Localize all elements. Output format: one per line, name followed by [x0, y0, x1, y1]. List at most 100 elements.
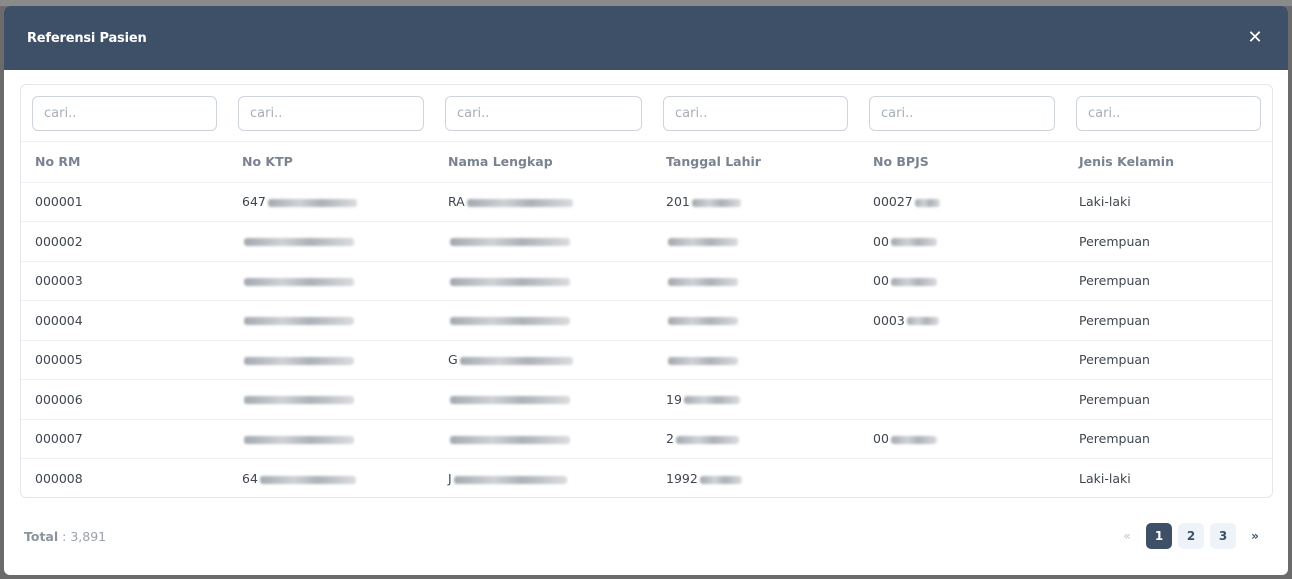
table-row[interactable]: 000007 2 00 Perempuan: [21, 419, 1272, 459]
redacted-value: [450, 396, 570, 405]
cell-no-rm: 000001: [21, 182, 228, 222]
cell-no-rm-text: 000008: [35, 471, 83, 486]
table-row[interactable]: 000001 647 RA 201 00027 Laki-laki: [21, 182, 1272, 222]
redacted-value: [244, 396, 354, 405]
cell-no-bpjs: [859, 379, 1065, 420]
col-header-no-bpjs[interactable]: No BPJS: [859, 142, 1065, 183]
cell-no-bpjs: [859, 340, 1065, 380]
filter-jenis-kelamin-input[interactable]: [1076, 96, 1261, 131]
cell-tanggal-lahir: [652, 340, 859, 380]
cell-no-ktp: [228, 300, 434, 341]
redacted-value: [668, 356, 738, 365]
table-row[interactable]: 000005 G Perempuan: [21, 340, 1272, 380]
table-row[interactable]: 000004 0003 Perempuan: [21, 300, 1272, 341]
cell-jenis-kelamin-text: Perempuan: [1079, 312, 1150, 328]
filter-bpjs-input[interactable]: [869, 96, 1055, 131]
filter-no-rm-input[interactable]: [32, 96, 217, 131]
cell-tanggal-lahir-text: 201: [666, 194, 690, 210]
cell-jenis-kelamin: Perempuan: [1065, 379, 1272, 420]
table-header-row: No RM No KTP Nama Lengkap Tanggal Lahir …: [21, 142, 1272, 183]
cell-no-ktp: [228, 221, 434, 262]
cell-tanggal-lahir-text: 19: [666, 391, 682, 407]
page-2-button[interactable]: 2: [1178, 523, 1204, 549]
cell-no-rm: 000005: [21, 340, 228, 380]
cell-nama-text: RA: [448, 194, 465, 210]
cell-no-rm-text: 000004: [35, 312, 83, 328]
cell-jenis-kelamin: Perempuan: [1065, 300, 1272, 341]
cell-no-ktp: [228, 419, 434, 459]
col-header-jenis-kelamin[interactable]: Jenis Kelamin: [1065, 142, 1272, 183]
cell-nama: [434, 379, 652, 420]
redacted-value: [890, 435, 937, 444]
redacted-value: [683, 396, 740, 405]
table-row[interactable]: 000008 64 J 1992 Laki-laki: [21, 459, 1272, 498]
cell-no-ktp: 647: [228, 182, 434, 222]
patient-table: No RM No KTP Nama Lengkap Tanggal Lahir …: [21, 142, 1272, 498]
close-icon[interactable]: ✕: [1245, 28, 1265, 48]
cell-jenis-kelamin: Perempuan: [1065, 340, 1272, 380]
cell-no-bpjs-text: 00: [873, 431, 889, 447]
cell-no-rm: 000006: [21, 379, 228, 420]
patient-table-card: No RM No KTP Nama Lengkap Tanggal Lahir …: [20, 84, 1273, 498]
redacted-value: [699, 475, 742, 484]
redacted-value: [450, 317, 570, 326]
cell-nama: G: [434, 340, 652, 380]
table-row[interactable]: 000006 19 Perempuan: [21, 379, 1272, 420]
cell-tanggal-lahir: [652, 300, 859, 341]
table-row[interactable]: 000002 00 Perempuan: [21, 221, 1272, 262]
redacted-value: [890, 238, 937, 247]
table-row[interactable]: 000003 00 Perempuan: [21, 261, 1272, 301]
cell-jenis-kelamin: Laki-laki: [1065, 459, 1272, 498]
cell-nama: [434, 300, 652, 341]
total-value: : 3,891: [62, 528, 107, 544]
redacted-value: [668, 317, 738, 326]
prev-page-button[interactable]: «: [1114, 523, 1140, 549]
table-footer: Total : 3,891 « 1 2 3 »: [24, 522, 1268, 550]
cell-tanggal-lahir: 2: [652, 419, 859, 459]
filter-nama-input[interactable]: [445, 96, 642, 131]
cell-tanggal-lahir: [652, 221, 859, 262]
cell-no-bpjs: 00: [859, 419, 1065, 459]
cell-no-bpjs-text: 00027: [873, 194, 913, 210]
cell-no-bpjs-text: 0003: [873, 312, 905, 328]
cell-tanggal-lahir-text: 2: [666, 431, 674, 447]
col-header-nama-lengkap[interactable]: Nama Lengkap: [434, 142, 652, 183]
cell-jenis-kelamin-text: Perempuan: [1079, 352, 1150, 368]
redacted-value: [906, 317, 939, 326]
redacted-value: [668, 238, 738, 247]
cell-nama-text: J: [448, 471, 452, 486]
col-header-tanggal-lahir[interactable]: Tanggal Lahir: [652, 142, 859, 183]
cell-jenis-kelamin-text: Perempuan: [1079, 233, 1150, 249]
modal-title: Referensi Pasien: [27, 30, 147, 46]
cell-nama: J: [434, 459, 652, 498]
cell-no-ktp: [228, 379, 434, 420]
cell-no-rm: 000008: [21, 459, 228, 498]
redacted-value: [244, 435, 354, 444]
cell-no-rm-text: 000001: [35, 194, 83, 210]
cell-no-ktp-text: 647: [242, 194, 266, 210]
cell-no-ktp: [228, 340, 434, 380]
page-1-button[interactable]: 1: [1146, 523, 1172, 549]
cell-tanggal-lahir: 19: [652, 379, 859, 420]
cell-no-ktp-text: 64: [242, 471, 258, 486]
cell-jenis-kelamin-text: Laki-laki: [1079, 471, 1131, 486]
filter-tanggal-lahir-input[interactable]: [663, 96, 848, 131]
redacted-value: [244, 277, 354, 286]
cell-jenis-kelamin-text: Perempuan: [1079, 273, 1150, 289]
redacted-value: [450, 238, 570, 247]
cell-nama-text: G: [448, 352, 458, 368]
cell-no-bpjs: 00: [859, 261, 1065, 301]
page-3-button[interactable]: 3: [1210, 523, 1236, 549]
next-page-button[interactable]: »: [1242, 523, 1268, 549]
redacted-value: [259, 475, 356, 484]
cell-jenis-kelamin: Perempuan: [1065, 221, 1272, 262]
cell-no-rm-text: 000002: [35, 233, 83, 249]
redacted-value: [267, 198, 357, 207]
cell-jenis-kelamin: Perempuan: [1065, 419, 1272, 459]
col-header-no-rm[interactable]: No RM: [21, 142, 228, 183]
filter-no-ktp-input[interactable]: [238, 96, 424, 131]
cell-no-ktp: 64: [228, 459, 434, 498]
pagination: « 1 2 3 »: [1114, 523, 1268, 549]
cell-jenis-kelamin-text: Perempuan: [1079, 391, 1150, 407]
col-header-no-ktp[interactable]: No KTP: [228, 142, 434, 183]
